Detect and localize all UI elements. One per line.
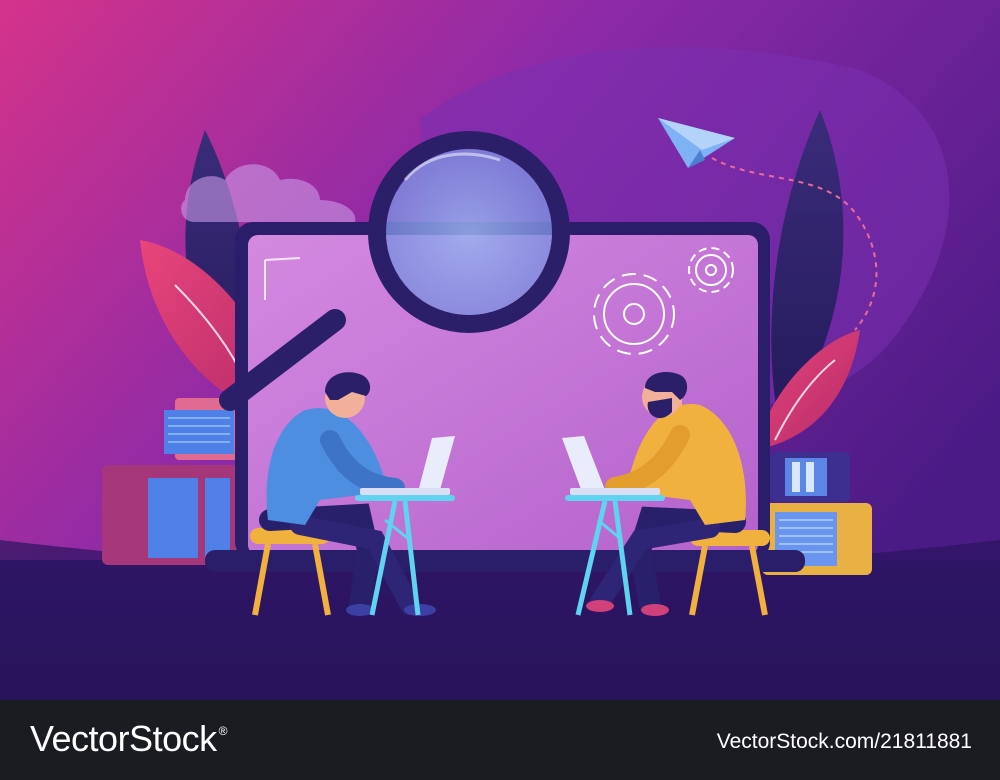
brand-text: VectorStock: [30, 718, 217, 759]
stock-illustration: VectorStock ® VectorStock.com/21811881: [0, 0, 1000, 780]
registered-mark: ®: [218, 724, 228, 738]
watermark-footer: VectorStock ® VectorStock.com/21811881: [0, 700, 1000, 780]
image-id-link[interactable]: VectorStock.com/21811881: [717, 730, 972, 754]
illustration-canvas: [0, 0, 1000, 700]
vectorstock-logo[interactable]: VectorStock ®: [30, 718, 227, 760]
